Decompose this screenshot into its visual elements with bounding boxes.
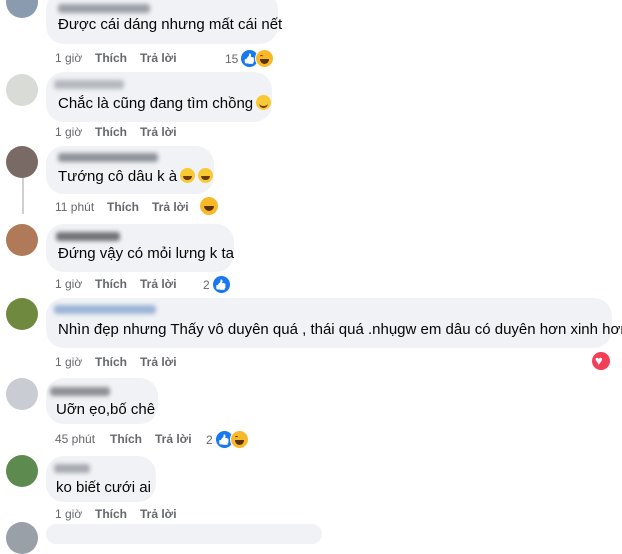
commenter-name[interactable] [58, 4, 150, 13]
reply-button[interactable]: Trả lời [152, 199, 189, 215]
comment-time[interactable]: 1 giờ [55, 50, 82, 66]
comment-time[interactable]: 1 giờ [55, 354, 82, 370]
haha-icon [229, 430, 249, 449]
avatar[interactable] [6, 455, 38, 487]
like-button[interactable]: Thích [95, 354, 127, 370]
reaction-summary[interactable]: 2 [206, 430, 249, 449]
reply-button[interactable]: Trả lời [140, 124, 177, 140]
comment-time[interactable]: 45 phút [55, 431, 95, 447]
rofl-emoji-icon [198, 168, 214, 183]
comment-bubble: Được cái dáng nhưng mất cái nết [46, 0, 282, 44]
commenter-name[interactable] [54, 305, 156, 314]
reply-button[interactable]: Trả lời [140, 50, 177, 66]
reaction-count: 15 [225, 51, 239, 66]
comment-actions: 1 giờ Thích Trả lời [55, 506, 255, 522]
avatar[interactable] [6, 146, 38, 178]
like-button[interactable]: Thích [107, 199, 139, 215]
grin-emoji-icon [256, 95, 272, 110]
comment-time[interactable]: 1 giờ [55, 124, 82, 140]
comment-bubble-partial [46, 524, 322, 544]
comment-time[interactable]: 1 giờ [55, 506, 82, 522]
haha-icon [255, 49, 275, 68]
reaction-summary[interactable]: 2 [203, 275, 231, 294]
comment-text: Đứng vậy có mỏi lưng k ta [58, 245, 234, 262]
avatar[interactable] [6, 74, 38, 106]
commenter-name[interactable] [56, 232, 120, 241]
commenter-name[interactable] [58, 153, 158, 162]
comment-text: Tướng cô dâu k à [58, 167, 214, 187]
rofl-emoji-icon [180, 168, 196, 183]
comment-text: Được cái dáng nhưng mất cái nết [58, 16, 283, 33]
reaction-count: 2 [203, 277, 210, 292]
comment-bubble: Tướng cô dâu k à [46, 146, 214, 194]
commenter-name[interactable] [54, 80, 124, 89]
like-icon [211, 275, 231, 294]
reply-button[interactable]: Trả lời [140, 354, 177, 370]
comment-actions: 1 giờ Thích Trả lời [55, 124, 255, 140]
comment-bubble: ko biết cưới ai [46, 456, 156, 502]
heart-icon[interactable] [591, 351, 611, 371]
comment-actions: 11 phút Thích Trả lời [55, 199, 255, 215]
like-button[interactable]: Thích [95, 506, 127, 522]
comment-bubble: Chắc là cũng đang tìm chồng [46, 72, 272, 122]
comment-time[interactable]: 11 phút [55, 199, 94, 215]
comment-bubble: Nhìn đẹp nhưng Thấy vô duyên quá , thái … [46, 298, 622, 348]
comment-text: Uỡn ẹo,bố chê [56, 401, 156, 418]
thread-line [22, 172, 24, 214]
comment-text: ko biết cưới ai [56, 479, 151, 496]
avatar[interactable] [6, 378, 38, 410]
like-button[interactable]: Thích [95, 50, 127, 66]
reply-button[interactable]: Trả lời [140, 506, 177, 522]
comment-text: Nhìn đẹp nhưng Thấy vô duyên quá , thái … [58, 321, 622, 338]
comment-actions: 1 giờ Thích Trả lời [55, 354, 255, 370]
avatar[interactable] [6, 298, 38, 330]
comment-text: Chắc là cũng đang tìm chồng [58, 94, 272, 114]
haha-reaction-icon[interactable] [200, 197, 218, 215]
comment-time[interactable]: 1 giờ [55, 276, 82, 292]
like-button[interactable]: Thích [95, 276, 127, 292]
like-button[interactable]: Thích [110, 431, 142, 447]
comment-bubble: Uỡn ẹo,bố chê [46, 378, 158, 424]
commenter-name[interactable] [54, 464, 90, 473]
reply-button[interactable]: Trả lời [140, 276, 177, 292]
avatar[interactable] [6, 224, 38, 256]
like-button[interactable]: Thích [95, 124, 127, 140]
commenter-name[interactable] [50, 387, 110, 396]
comment-bubble: Đứng vậy có mỏi lưng k ta [46, 224, 234, 272]
avatar[interactable] [6, 0, 38, 18]
reaction-summary[interactable]: 15 [225, 49, 275, 68]
reply-button[interactable]: Trả lời [155, 431, 192, 447]
reaction-count: 2 [206, 432, 213, 447]
